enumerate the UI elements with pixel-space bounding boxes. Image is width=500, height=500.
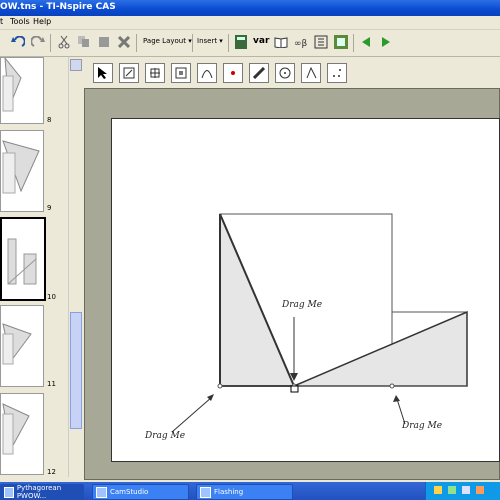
var-button[interactable]: var [253, 36, 269, 46]
hand-cursor-icon [290, 385, 299, 393]
redo-icon[interactable] [30, 34, 46, 50]
task-camstudio[interactable]: CamStudio [92, 484, 189, 500]
page-number: 10 [47, 293, 56, 301]
taskbar: Pythagorean PWOW... CamStudio Flashing [0, 482, 500, 500]
task-flashing[interactable]: Flashing [196, 484, 293, 500]
arrow-left [171, 396, 213, 433]
control-point-right[interactable] [389, 383, 395, 389]
pointer-tool-icon[interactable] [93, 63, 113, 83]
shaded-triangle-right [293, 310, 468, 387]
window-title: OW.tns - TI-Nspire CAS [0, 2, 116, 12]
tray-icon[interactable] [476, 486, 484, 494]
task-label: CamStudio [110, 488, 149, 496]
app-icon [96, 486, 107, 498]
catalog-icon[interactable] [333, 34, 349, 50]
menu-item-partial[interactable]: t [0, 17, 3, 26]
pythagorean-figure [171, 213, 468, 433]
scroll-thumb[interactable] [70, 312, 82, 429]
menu-item-help[interactable]: Help [33, 17, 51, 26]
construction-tool-icon[interactable] [301, 63, 321, 83]
insert-label: Insert [197, 37, 218, 45]
transformation-tool-icon[interactable] [327, 63, 347, 83]
undo-icon[interactable] [10, 34, 26, 50]
title-bar: OW.tns - TI-Nspire CAS [0, 0, 500, 16]
svg-text:∞β: ∞β [294, 39, 307, 48]
scroll-up-arrow-icon[interactable] [70, 59, 82, 71]
matrix-icon[interactable] [313, 34, 329, 50]
book-icon[interactable] [273, 34, 289, 50]
app-icon [200, 486, 211, 498]
math-template-icon[interactable]: ∞β [293, 34, 309, 50]
geometry-canvas[interactable]: Drag Me Drag Me Drag Me [111, 118, 500, 462]
delete-icon[interactable] [116, 34, 132, 50]
window-tool-icon[interactable] [171, 63, 191, 83]
page-thumbnail[interactable] [0, 305, 44, 387]
measurement-tool-icon[interactable] [249, 63, 269, 83]
page-number: 11 [47, 380, 56, 388]
page-layout-label: Page Layout [143, 37, 186, 45]
page-thumbnail[interactable] [0, 57, 44, 124]
tray-icon[interactable] [462, 486, 470, 494]
drag-label-left: Drag Me [145, 431, 186, 441]
system-tray [425, 482, 500, 500]
page-number: 12 [47, 468, 56, 476]
sidebar-scrollbar[interactable] [68, 57, 82, 477]
tray-icon[interactable] [434, 486, 442, 494]
app-icon [4, 486, 14, 498]
page-layout-button[interactable]: Page Layout ▾ [143, 37, 192, 45]
page-thumbnail[interactable] [0, 393, 44, 475]
page-number: 9 [47, 204, 52, 212]
control-point-left[interactable] [217, 383, 223, 389]
page-number: 8 [47, 116, 52, 124]
tray-icon[interactable] [448, 486, 456, 494]
calculator-icon[interactable] [233, 34, 249, 50]
trace-tool-icon[interactable] [197, 63, 217, 83]
insert-button[interactable]: Insert ▾ [197, 37, 223, 45]
drag-label-right: Drag Me [402, 421, 443, 431]
menu-bar: t Tools Help [0, 16, 500, 30]
main-toolbar: Page Layout ▾ Insert ▾ var ∞β [0, 30, 500, 57]
next-page-icon[interactable] [378, 34, 394, 50]
shapes-tool-icon[interactable] [275, 63, 295, 83]
copy-icon[interactable] [76, 34, 92, 50]
page-thumbnail[interactable] [0, 130, 44, 212]
task-label: Flashing [214, 488, 244, 496]
cut-icon[interactable] [56, 34, 72, 50]
page-thumbnail-selected[interactable] [0, 217, 46, 301]
paste-icon[interactable] [96, 34, 112, 50]
view-tool-icon[interactable] [119, 63, 139, 83]
task-label: Pythagorean PWOW... [16, 484, 62, 500]
drag-label-top: Drag Me [282, 300, 323, 310]
menu-item-tools[interactable]: Tools [10, 17, 30, 26]
task-pythagorean[interactable]: Pythagorean PWOW... [0, 484, 84, 500]
previous-page-icon[interactable] [358, 34, 374, 50]
points-lines-tool-icon[interactable] [223, 63, 243, 83]
graph-type-tool-icon[interactable] [145, 63, 165, 83]
